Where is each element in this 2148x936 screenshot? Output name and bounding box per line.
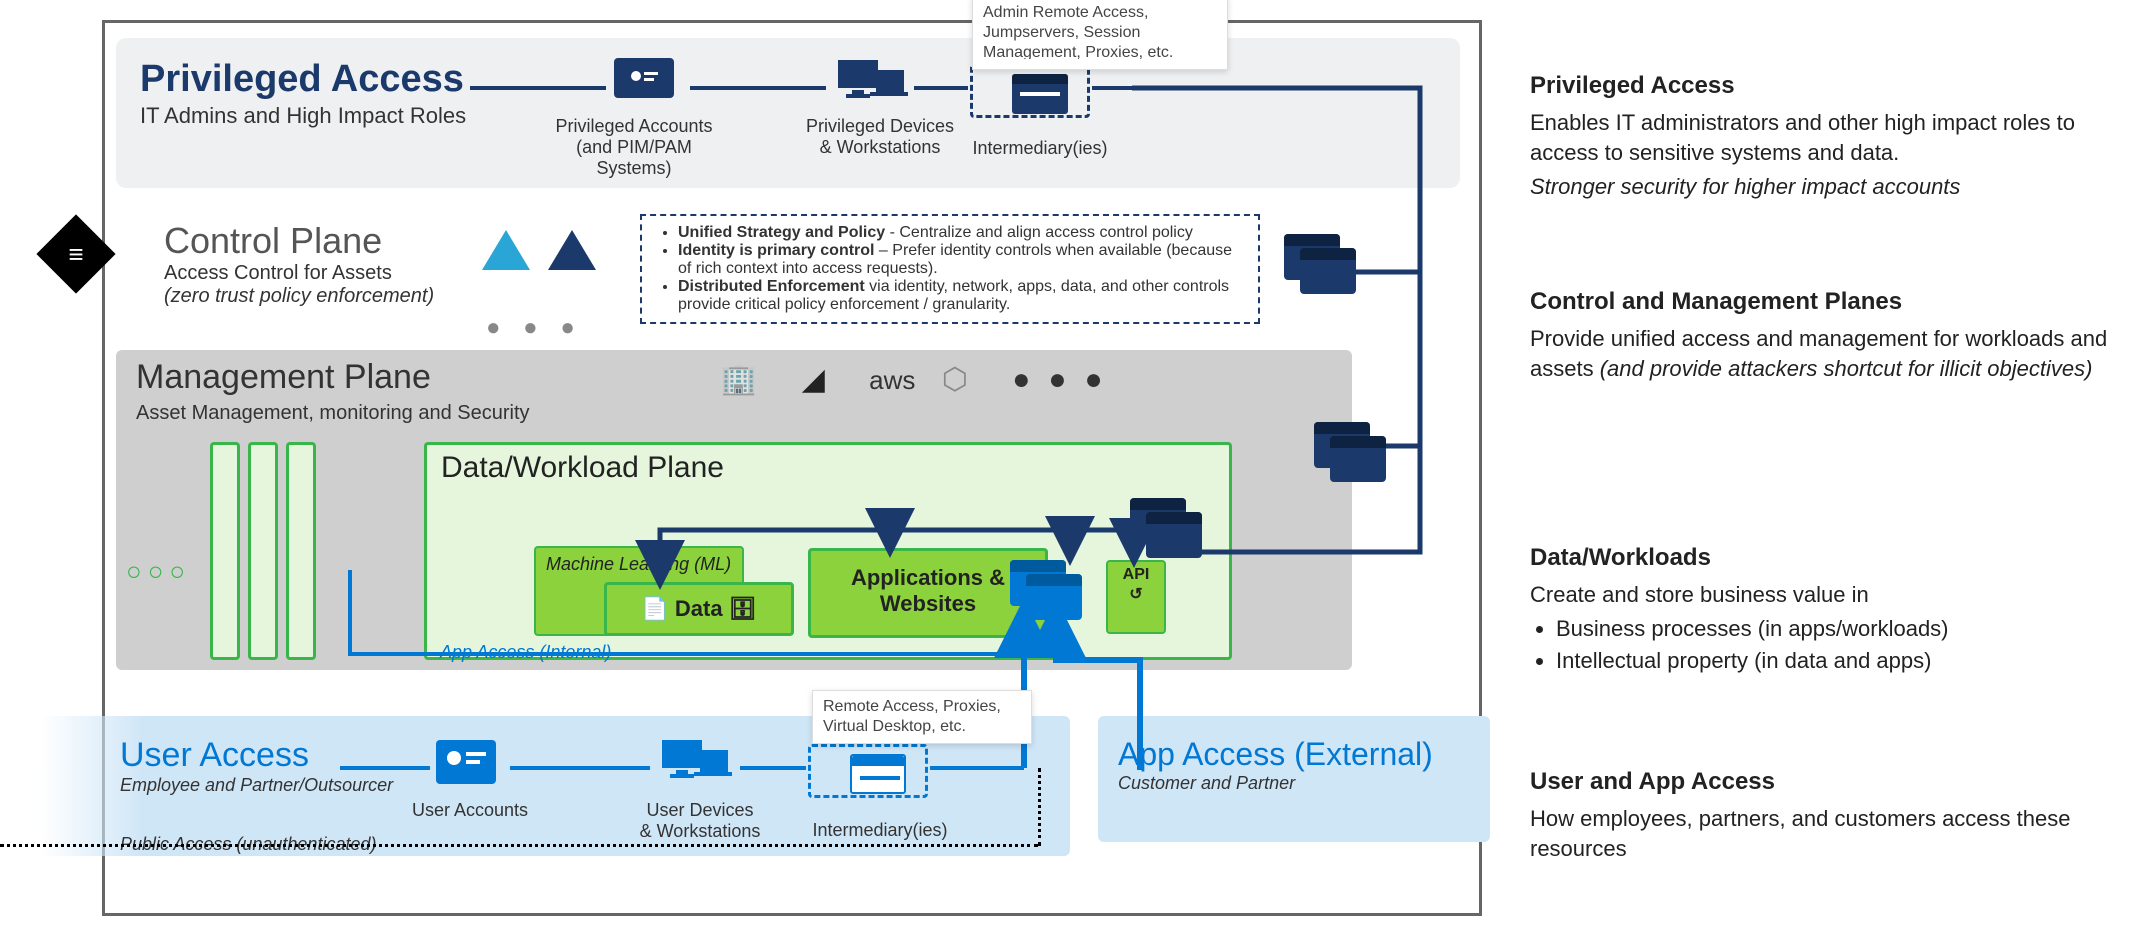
extra-workloads-dots: ○○○ [126,556,191,587]
gcp-hex-icon: ⬡ [942,363,986,396]
control-plane-icons [482,230,596,270]
data-workload-title: Data/Workload Plane [441,451,724,485]
desc-ua-body: How employees, partners, and customers a… [1530,804,2130,863]
workload-stack-2 [248,442,278,660]
desc-privileged-body: Enables IT administrators and other high… [1530,108,2130,167]
desc-privileged-title: Privileged Access [1530,70,2130,102]
desc-control-body: Provide unified access and management fo… [1530,324,2130,383]
privileged-intermediary-label: Intermediary(ies) [950,138,1130,159]
api-box: API↺ [1106,560,1166,634]
desc-control-mgmt: Control and Management Planes Provide un… [1530,286,2130,388]
user-devices-icon [656,736,732,791]
privileged-accounts-icon [614,58,674,98]
control-plane-dots: ● ● ● [486,314,583,342]
policy-item-1: Unified Strategy and Policy - Centralize… [678,224,1244,242]
privileged-devices-label: Privileged Devices & Workstations [790,116,970,158]
user-callout: Remote Access, Proxies, Virtual Desktop,… [812,690,1032,744]
user-intermediary-label: Intermediary(ies) [790,820,970,841]
public-access-dotted-vert [1038,768,1041,846]
desc-dw-li2: Intellectual property (in data and apps) [1556,646,2130,676]
user-accounts-label: User Accounts [380,800,560,821]
desc-dw-li1: Business processes (in apps/workloads) [1556,614,2130,644]
desc-dw-title: Data/Workloads [1530,542,2130,574]
management-plane-window-icon-2 [1330,436,1386,482]
management-title: Management Plane [136,358,431,397]
policy-box: Unified Strategy and Policy - Centralize… [640,214,1260,324]
more-dots-icon: ●●● [1012,363,1120,396]
desc-dw-list: Business processes (in apps/workloads) I… [1556,614,2130,675]
privileged-intermediary-icon [1012,74,1068,114]
external-access-subtitle: Customer and Partner [1118,773,1433,794]
control-plane-block: Control Plane Access Control for Assets … [164,220,434,308]
external-access-title: App Access (External) [1118,736,1433,773]
control-plane-title: Control Plane [164,220,434,262]
app-access-internal-label: App Access (Internal) [440,642,611,663]
desc-user-app: User and App Access How employees, partn… [1530,766,2130,868]
building-icon: 🏢 [720,363,775,396]
privileged-title: Privileged Access [140,58,466,101]
pyramid-dark-icon [548,230,596,270]
desc-control-title: Control and Management Planes [1530,286,2130,318]
workload-window-icon-2 [1146,512,1202,558]
cloud-provider-icons: 🏢 ◢ aws ⬡ ●●● [720,362,1121,397]
desc-privileged-em: Stronger security for higher impact acco… [1530,174,1960,199]
user-access-title: User Access [120,736,393,775]
policy-item-3: Distributed Enforcement via identity, ne… [678,278,1244,314]
control-plane-window-icon-2 [1300,248,1356,294]
user-access-title-block: User Access Employee and Partner/Outsour… [120,736,393,796]
control-plane-subtitle: Access Control for Assets [164,262,434,285]
user-devices-label: User Devices & Workstations [610,800,790,842]
pyramid-icon [482,230,530,270]
control-plane-diamond-icon: ≡ [36,214,115,293]
desc-ua-title: User and App Access [1530,766,2130,798]
policy-item-2: Identity is primary control – Prefer ide… [678,242,1244,278]
desc-dw-body: Create and store business value in [1530,580,2130,610]
app-window-icon-2 [1026,574,1082,620]
management-subtitle: Asset Management, monitoring and Securit… [136,402,530,425]
desc-data-workload: Data/Workloads Create and store business… [1530,542,2130,677]
user-intermediary-icon [850,754,906,794]
desc-privileged: Privileged Access Enables IT administrat… [1530,70,2130,205]
privileged-accounts-label: Privileged Accounts (and PIM/PAM Systems… [544,116,724,179]
workload-stack-3 [286,442,316,660]
public-access-dotted-line [0,844,1038,847]
privileged-devices-icon [832,56,908,111]
user-accounts-icon [436,740,496,784]
user-access-subtitle: Employee and Partner/Outsourcer [120,775,393,796]
azure-icon: ◢ [802,363,843,396]
privileged-callout: Admin Remote Access, Jumpservers, Sessio… [972,0,1228,70]
privileged-title-block: Privileged Access IT Admins and High Imp… [140,58,466,129]
diagram-root: Privileged Access Enables IT administrat… [0,0,2148,936]
control-plane-subtitle2: (zero trust policy enforcement) [164,285,434,308]
aws-icon: aws [869,365,915,395]
data-box: 📄 Data 🗄 [604,582,794,636]
privileged-subtitle: IT Admins and High Impact Roles [140,103,466,129]
workload-stack-1 [210,442,240,660]
external-access-title-block: App Access (External) Customer and Partn… [1118,736,1433,794]
